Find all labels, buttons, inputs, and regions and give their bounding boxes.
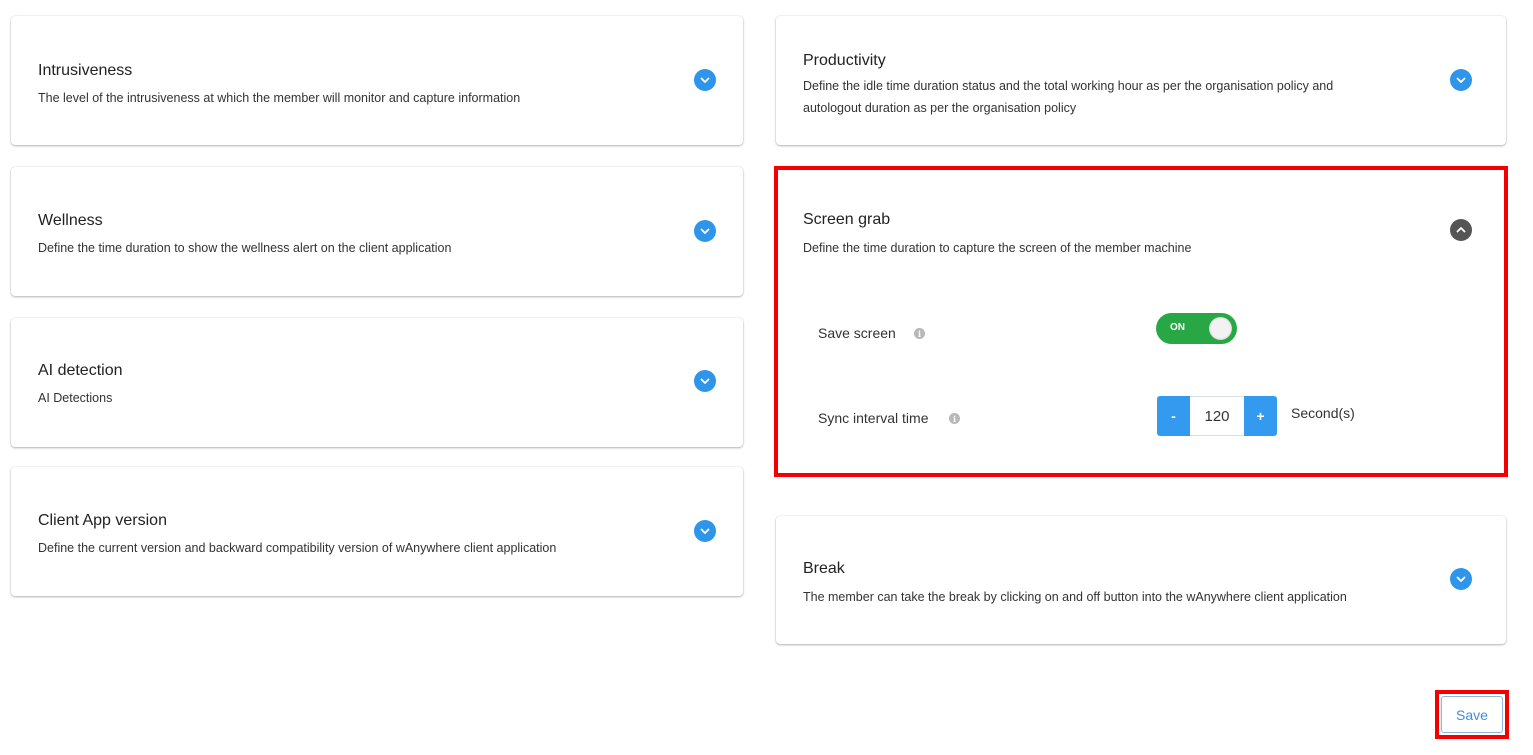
wellness-card[interactable]: Wellness Define the time duration to sho…	[11, 167, 743, 296]
chevron-down-icon[interactable]	[1450, 69, 1472, 91]
productivity-card[interactable]: Productivity Define the idle time durati…	[776, 16, 1506, 145]
save-screen-toggle[interactable]: ON	[1156, 313, 1237, 344]
screen-grab-description: Define the time duration to capture the …	[803, 241, 1192, 255]
client-app-version-description: Define the current version and backward …	[38, 541, 557, 555]
break-description: The member can take the break by clickin…	[803, 590, 1347, 604]
ai-detection-description: AI Detections	[38, 391, 113, 405]
intrusiveness-description: The level of the intrusiveness at which …	[38, 91, 521, 105]
settings-page: Intrusiveness The level of the intrusive…	[0, 0, 1533, 755]
chevron-down-icon[interactable]	[1450, 568, 1472, 590]
wellness-description: Define the time duration to show the wel…	[38, 241, 452, 255]
ai-detection-title: AI detection	[38, 362, 123, 379]
decrement-button[interactable]: -	[1157, 396, 1190, 436]
client-app-version-card[interactable]: Client App version Define the current ve…	[11, 467, 743, 596]
wellness-title: Wellness	[38, 212, 103, 229]
sync-interval-stepper: - +	[1157, 396, 1277, 436]
productivity-description-line2: autologout duration as per the organisat…	[803, 101, 1077, 115]
sync-interval-label: Sync interval time	[818, 410, 929, 426]
productivity-description-line1: Define the idle time duration status and…	[803, 79, 1334, 93]
chevron-down-icon[interactable]	[694, 370, 716, 392]
intrusiveness-title: Intrusiveness	[38, 62, 133, 79]
screen-grab-title: Screen grab	[803, 211, 891, 228]
increment-button[interactable]: +	[1244, 396, 1277, 436]
sync-interval-unit: Second(s)	[1291, 405, 1355, 421]
save-button[interactable]: Save	[1441, 696, 1503, 733]
chevron-down-icon[interactable]	[694, 520, 716, 542]
toggle-knob	[1209, 317, 1232, 340]
intrusiveness-card[interactable]: Intrusiveness The level of the intrusive…	[11, 16, 743, 145]
info-icon[interactable]: i	[914, 328, 925, 339]
chevron-up-icon[interactable]	[1450, 219, 1472, 241]
client-app-version-title: Client App version	[38, 512, 167, 529]
info-icon[interactable]: i	[949, 413, 960, 424]
screen-grab-card: Screen grab Define the time duration to …	[776, 169, 1506, 474]
break-title: Break	[803, 560, 845, 577]
chevron-down-icon[interactable]	[694, 220, 716, 242]
chevron-down-icon[interactable]	[694, 69, 716, 91]
productivity-title: Productivity	[803, 52, 886, 69]
sync-interval-input[interactable]	[1190, 396, 1244, 436]
break-card[interactable]: Break The member can take the break by c…	[776, 516, 1506, 644]
save-screen-label: Save screen	[818, 325, 896, 341]
ai-detection-card[interactable]: AI detection AI Detections	[11, 318, 743, 447]
toggle-state-label: ON	[1170, 322, 1185, 333]
